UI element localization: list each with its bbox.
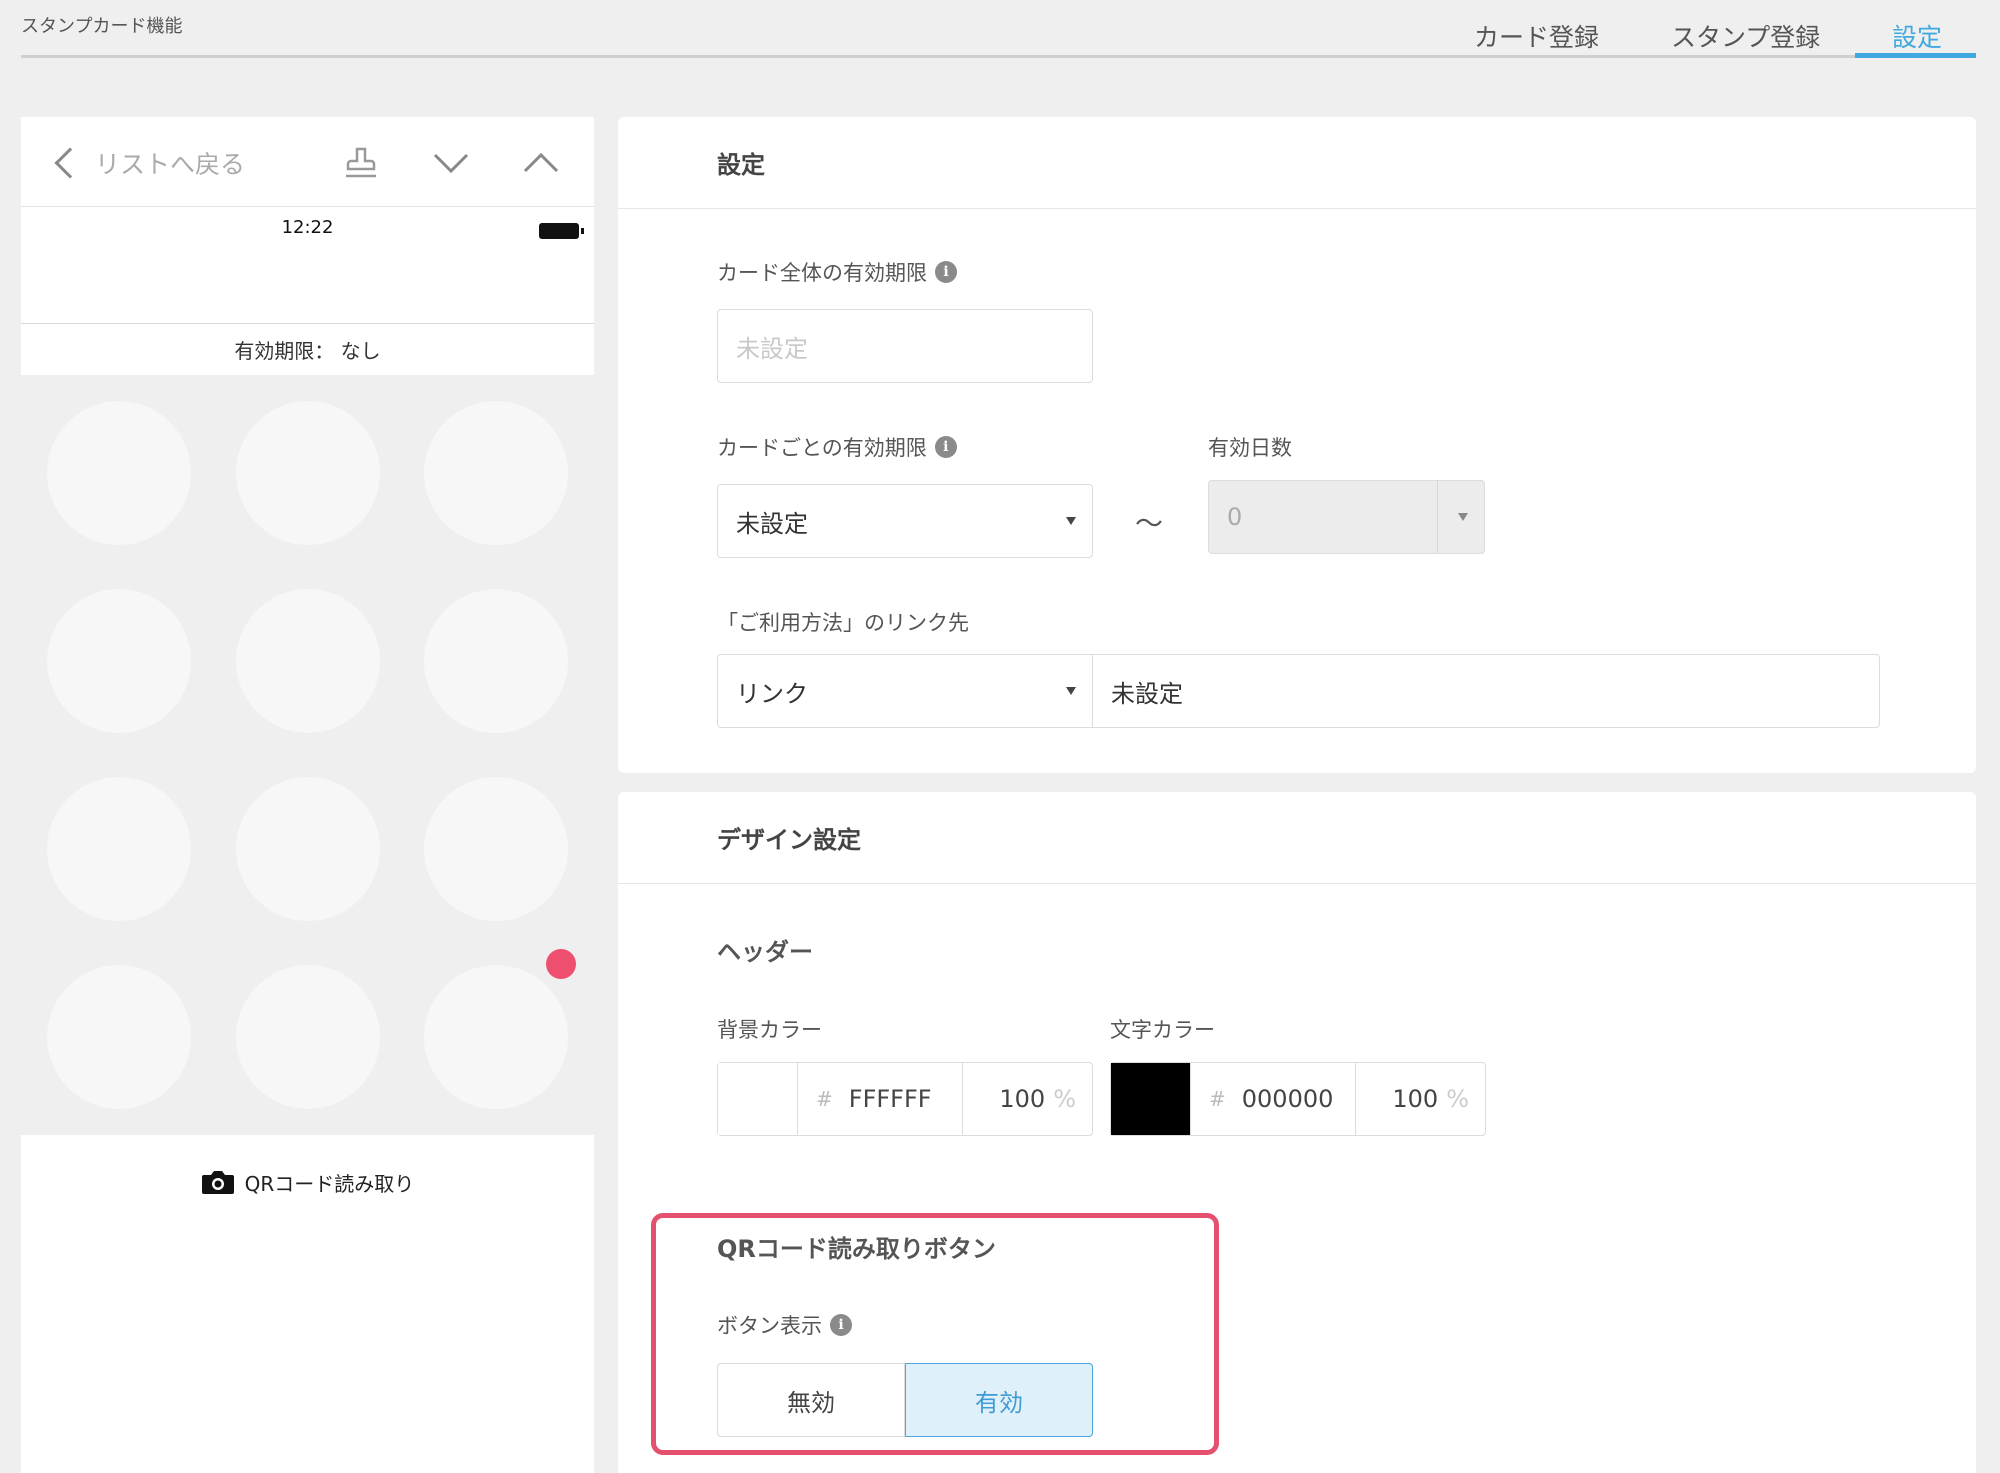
settings-title: 設定 (618, 117, 1976, 209)
top-divider (21, 55, 1976, 58)
card-expiry-label: カード全体の有効期限 i (717, 257, 957, 287)
usage-link-target-input[interactable]: 未設定 (1092, 654, 1880, 728)
stamp-slot (424, 589, 568, 733)
info-icon[interactable]: i (934, 436, 957, 458)
chevron-down-icon (1458, 513, 1468, 521)
info-icon[interactable]: i (935, 261, 957, 283)
bg-color-field[interactable]: # FFFFFF 100 % (717, 1062, 1093, 1136)
text-color-swatch[interactable] (1111, 1063, 1191, 1135)
highlight-annotation (651, 1213, 1219, 1455)
camera-icon (201, 1171, 234, 1194)
range-separator: 〜 (1135, 507, 1164, 540)
tab-stamp-register[interactable]: スタンプ登録 (1671, 18, 1820, 54)
preview-toolbar: リストへ戻る (21, 117, 594, 207)
chevron-down-icon (1066, 687, 1076, 695)
valid-days-label: 有効日数 (1208, 436, 1292, 460)
stamp-slot (47, 777, 191, 921)
card-preview-panel: リストへ戻る 12:22 有効期限： なし QRコード読み取り (21, 117, 594, 1473)
back-to-list-label: リストへ戻る (95, 150, 246, 179)
back-to-list-button[interactable]: リストへ戻る (47, 141, 245, 185)
bg-color-hex-input[interactable]: # FFFFFF (798, 1063, 963, 1135)
stamp-slot (47, 401, 191, 545)
chevron-left-icon (54, 147, 86, 179)
stamp-slot (236, 777, 380, 921)
battery-icon (539, 223, 584, 239)
stamp-icon[interactable] (341, 143, 381, 183)
text-color-hex-input[interactable]: # 000000 (1191, 1063, 1356, 1135)
stamp-slot (236, 589, 380, 733)
chevron-up-icon[interactable] (521, 143, 561, 183)
per-card-expiry-label: カードごとの有効期限 i (717, 432, 957, 462)
stamp-slot (424, 401, 568, 545)
stamp-slot (47, 589, 191, 733)
settings-card: 設定 カード全体の有効期限 i 未設定 カードごとの有効期限 i 未設定 〜 有… (618, 117, 1976, 773)
tab-settings[interactable]: 設定 (1892, 18, 1942, 54)
header-section-title: ヘッダー (717, 938, 813, 966)
text-color-field[interactable]: # 000000 100 % (1110, 1062, 1486, 1136)
design-settings-title: デザイン設定 (618, 792, 1976, 884)
bg-color-label: 背景カラー (717, 1018, 822, 1042)
top-tabs: カード登録 スタンプ登録 設定 (0, 0, 2000, 60)
text-color-opacity-input[interactable]: 100 % (1356, 1063, 1485, 1135)
stamp-slot (424, 965, 568, 1109)
bg-color-swatch[interactable] (718, 1063, 798, 1135)
stamp-slot (236, 401, 380, 545)
stamp-slot (47, 965, 191, 1109)
active-tab-indicator (1855, 53, 1976, 58)
chevron-down-icon (1066, 517, 1076, 525)
per-card-expiry-select[interactable]: 未設定 (717, 484, 1093, 558)
tab-card-register[interactable]: カード登録 (1474, 18, 1599, 54)
usage-link-label: 「ご利用方法」のリンク先 (717, 611, 969, 635)
stamp-notification-dot (546, 949, 576, 979)
bg-color-opacity-input[interactable]: 100 % (963, 1063, 1092, 1135)
phone-status-bar: 12:22 (21, 207, 594, 239)
card-expiry-text: 有効期限： なし (21, 323, 594, 375)
stamp-grid (21, 375, 594, 1135)
text-color-label: 文字カラー (1110, 1018, 1215, 1042)
usage-link-type-select[interactable]: リンク (717, 654, 1093, 728)
valid-days-select: 0 (1208, 480, 1485, 554)
chevron-down-icon[interactable] (431, 143, 471, 183)
card-expiry-input[interactable]: 未設定 (717, 309, 1093, 383)
status-time: 12:22 (281, 217, 334, 238)
qr-read-button[interactable]: QRコード読み取り (21, 1157, 594, 1207)
stamp-slot (236, 965, 380, 1109)
stamp-slot (424, 777, 568, 921)
qr-read-label: QRコード読み取り (244, 1171, 415, 1196)
